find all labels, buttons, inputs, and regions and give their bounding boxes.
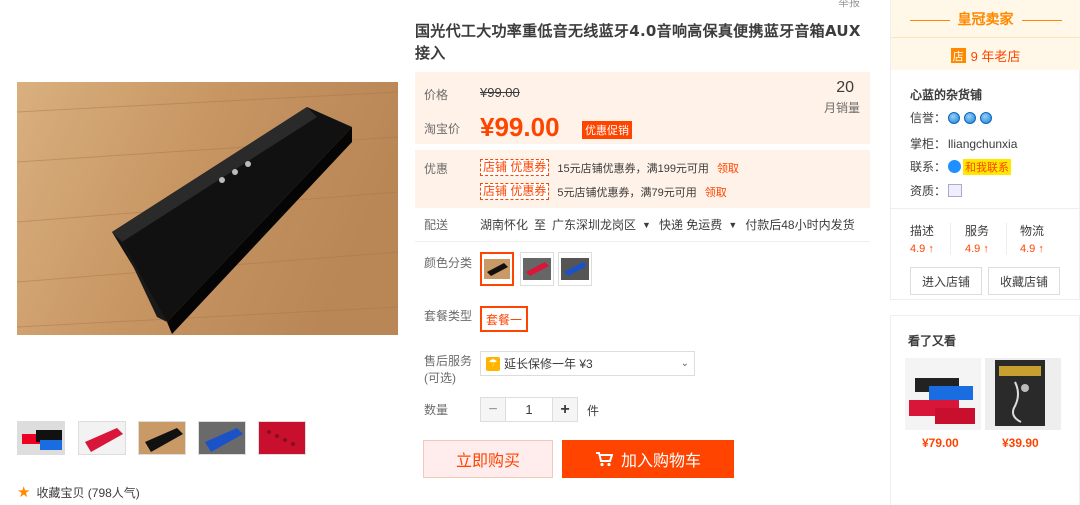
claim-coupon-link[interactable]: 领取 <box>717 160 739 176</box>
delivery-from: 湖南怀化 <box>480 218 529 232</box>
quantity-decrease-button[interactable]: − <box>480 397 506 422</box>
shop-owner: 掌柜： lliangchunxia <box>910 136 1018 152</box>
coupon-row-1: 店铺 优惠券 15元店铺优惠券，满199元可用 领取 <box>480 159 739 176</box>
coupon-tag: 店铺 优惠券 <box>480 159 550 176</box>
quantity-input[interactable]: 1 <box>506 397 552 422</box>
main-product-image[interactable] <box>17 82 398 335</box>
delivery-destination[interactable]: 广东深圳龙岗区 <box>552 216 636 233</box>
quantity-unit: 件 <box>587 404 600 418</box>
favorite-label: 收藏宝贝 (798人气) <box>36 486 140 500</box>
divider <box>950 223 951 255</box>
score-logistics: 物流 4.9 ↑ <box>1020 224 1045 255</box>
certificate-icon <box>948 184 963 197</box>
color-label: 颜色分类 <box>424 256 473 270</box>
shop-credit: 信誉： <box>910 109 994 126</box>
umbrella-icon: ☂ <box>486 356 500 371</box>
service-select[interactable]: ☂ 延长保修一年 ¥3 ⌄ <box>480 351 695 376</box>
shop-certification: 资质： <box>910 182 963 199</box>
buy-now-button[interactable]: 立即购买 <box>423 440 553 478</box>
claim-coupon-link[interactable]: 领取 <box>705 184 727 200</box>
shop-age: 店 9 年老店 <box>891 46 1080 65</box>
owner-name: lliangchunxia <box>948 136 1018 151</box>
also-viewed-item-2[interactable] <box>985 358 1061 430</box>
service-label: 售后服务 <box>424 354 473 368</box>
thumbnail-3[interactable] <box>138 421 186 455</box>
diamond-icon <box>964 111 977 124</box>
color-option-red[interactable] <box>520 252 554 286</box>
wangwang-icon <box>948 160 962 173</box>
crown-seller-title: 皇冠卖家 <box>891 9 1080 29</box>
thumbnail-5[interactable] <box>258 421 306 455</box>
shop-name[interactable]: 心蓝的杂货铺 <box>910 86 982 103</box>
chevron-down-icon[interactable]: ▼ <box>728 220 737 230</box>
coupon-label: 优惠 <box>424 162 449 176</box>
coupon-text: 5元店铺优惠券，满79元可用 <box>557 186 697 199</box>
express-fee[interactable]: 快递 免运费 <box>659 216 722 233</box>
divider <box>1006 223 1007 255</box>
favorite-item[interactable]: ★ 收藏宝贝 (798人气) <box>17 484 140 501</box>
color-option-blue[interactable] <box>558 252 592 286</box>
taobao-price-label: 淘宝价 <box>424 122 461 136</box>
quantity-increase-button[interactable]: + <box>552 397 578 422</box>
diamond-icon <box>980 111 993 124</box>
current-price: ¥99.00 <box>480 112 560 142</box>
shop-contact: 联系： 和我联系 <box>910 158 1012 175</box>
coupon-tag: 店铺 优惠券 <box>480 183 550 200</box>
shop-years: 9 年老店 <box>970 49 1021 64</box>
chevron-down-icon[interactable]: ▼ <box>642 220 651 230</box>
monthly-sales-label: 月销量 <box>823 101 860 115</box>
original-price: ¥99.00 <box>480 85 520 100</box>
thumbnail-2[interactable] <box>78 421 126 455</box>
price-label: 价格 <box>424 88 449 102</box>
add-to-cart-label: 加入购物车 <box>620 453 701 470</box>
contact-seller-button[interactable]: 和我联系 <box>963 158 1012 175</box>
also-viewed-price-1: ¥79.00 <box>922 436 959 450</box>
monthly-sales-count: 20 <box>836 79 854 96</box>
divider <box>415 241 870 242</box>
color-option-black[interactable] <box>480 252 514 286</box>
delivery-to-word: 至 <box>534 218 547 232</box>
enter-shop-button[interactable]: 进入店铺 <box>910 267 982 295</box>
quantity-label: 数量 <box>424 403 449 417</box>
chevron-down-icon: ⌄ <box>680 358 689 369</box>
cart-icon <box>595 452 613 467</box>
score-service: 服务 4.9 ↑ <box>965 224 990 255</box>
divider <box>891 208 1080 209</box>
report-link[interactable]: 举报 <box>838 0 860 10</box>
coupon-text: 15元店铺优惠券，满199元可用 <box>557 162 709 175</box>
also-viewed-title: 看了又看 <box>908 334 957 348</box>
also-viewed-price-2: ¥39.90 <box>1002 436 1039 450</box>
combo-option-1[interactable]: 套餐一 <box>480 306 528 332</box>
diamond-icon <box>948 111 961 124</box>
shop-icon: 店 <box>950 48 966 63</box>
add-to-cart-button[interactable]: 加入购物车 <box>562 440 734 478</box>
service-select-value: 延长保修一年 ¥3 <box>504 357 593 371</box>
coupon-row-2: 店铺 优惠券 5元店铺优惠券，满79元可用 领取 <box>480 183 727 200</box>
star-icon: ★ <box>17 484 31 501</box>
combo-label: 套餐类型 <box>424 309 473 323</box>
delivery-label: 配送 <box>424 218 449 232</box>
thumbnail-1[interactable] <box>17 421 65 455</box>
service-optional: (可选) <box>424 371 456 385</box>
also-viewed-item-1[interactable] <box>905 358 981 430</box>
thumbnail-4[interactable] <box>198 421 246 455</box>
delivery-row: 配送 湖南怀化 至 广东深圳龙岗区 ▼ 快递 免运费 ▼ 付款后48小时内发货 <box>424 216 855 233</box>
divider <box>891 37 1080 38</box>
product-title: 国光代工大功率重低音无线蓝牙4.0音响高保真便携蓝牙音箱AUX接入 <box>415 22 861 62</box>
promo-badge: 优惠促销 <box>582 121 632 139</box>
ship-time: 付款后48小时内发货 <box>745 218 855 232</box>
score-description: 描述 4.9 ↑ <box>910 224 935 255</box>
collect-shop-button[interactable]: 收藏店铺 <box>988 267 1060 295</box>
